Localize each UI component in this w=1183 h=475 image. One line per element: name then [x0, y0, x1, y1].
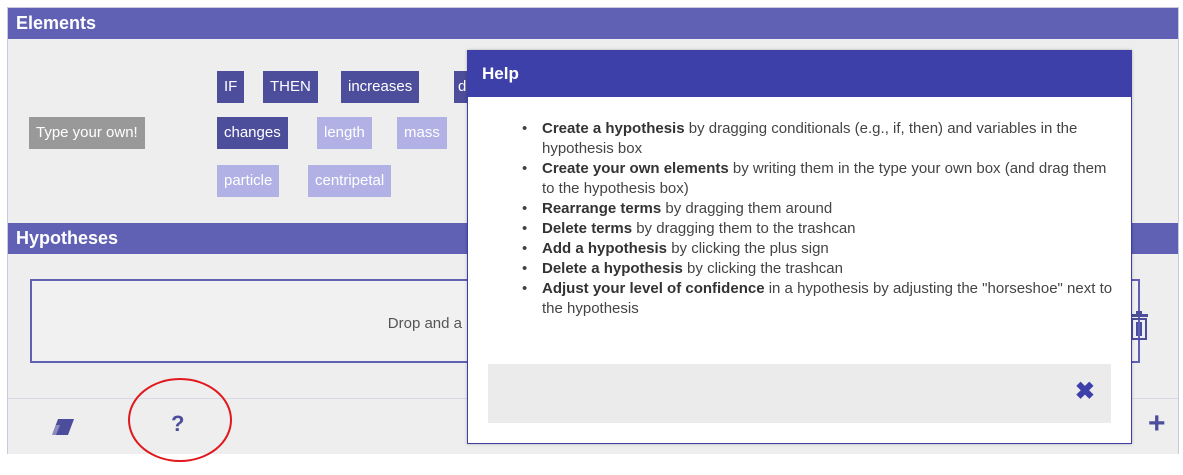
- element-chip-label: particle: [224, 172, 273, 189]
- help-item-bold: Delete terms: [542, 220, 633, 237]
- help-item-bold: Rearrange terms: [542, 200, 662, 217]
- element-chip-label: changes: [224, 124, 281, 141]
- help-item-text: by dragging them to the trashcan: [632, 220, 856, 237]
- help-item-bold: Delete a hypothesis: [542, 260, 683, 277]
- help-item: Create a hypothesis by dragging conditio…: [516, 119, 1116, 159]
- help-instructions-list: Create a hypothesis by dragging conditio…: [516, 119, 1116, 319]
- type-your-own-field[interactable]: Type your own!: [29, 117, 145, 149]
- help-item-text: by clicking the plus sign: [667, 240, 829, 257]
- help-item-text: by clicking the trashcan: [682, 260, 843, 277]
- help-item: Delete terms by dragging them to the tra…: [516, 219, 1116, 239]
- element-chip-label: mass: [404, 124, 440, 141]
- element-chip[interactable]: length: [317, 117, 372, 149]
- element-chip[interactable]: mass: [397, 117, 447, 149]
- hypotheses-title: Hypotheses: [16, 228, 119, 248]
- elements-section-header: Elements: [8, 8, 1178, 39]
- elements-title: Elements: [16, 13, 97, 33]
- help-dialog-title: Help: [482, 64, 519, 83]
- element-chip-label: increases: [348, 78, 413, 95]
- help-dialog-header: Help: [468, 51, 1131, 97]
- close-icon[interactable]: ✖: [1075, 377, 1095, 406]
- element-chip-label: d: [458, 78, 467, 95]
- help-dialog: Help Create a hypothesis by dragging con…: [467, 50, 1132, 444]
- help-item-bold: Adjust your level of confidence: [542, 280, 765, 297]
- element-chip-label: centripetal: [315, 172, 385, 189]
- help-item-bold: Add a hypothesis: [542, 240, 668, 257]
- type-your-own-label: Type your own!: [36, 124, 138, 141]
- add-hypothesis-icon[interactable]: +: [1148, 407, 1166, 441]
- help-item-text: by dragging them around: [661, 200, 833, 217]
- element-chip[interactable]: THEN: [263, 71, 318, 103]
- help-dialog-footer: ✖: [488, 364, 1111, 423]
- element-chip[interactable]: particle: [217, 165, 280, 197]
- element-chip-label: THEN: [270, 78, 311, 95]
- annotation-circle: [128, 378, 232, 462]
- help-item: Adjust your level of confidence in a hyp…: [516, 279, 1116, 319]
- help-item: Delete a hypothesis by clicking the tras…: [516, 259, 1116, 279]
- help-item: Rearrange terms by dragging them around: [516, 199, 1116, 219]
- element-chip[interactable]: increases: [341, 71, 420, 103]
- eraser-icon[interactable]: [50, 417, 76, 437]
- help-item-bold: Create a hypothesis: [542, 120, 685, 137]
- drop-hint-text: Drop and a: [387, 315, 462, 332]
- element-chip[interactable]: IF: [217, 71, 245, 103]
- help-item: Add a hypothesis by clicking the plus si…: [516, 239, 1116, 259]
- element-chip-label: IF: [224, 78, 238, 95]
- element-chip[interactable]: changes: [217, 117, 288, 149]
- help-item-bold: Create your own elements: [542, 160, 729, 177]
- help-item: Create your own elements by writing them…: [516, 159, 1116, 199]
- element-chip-label: length: [324, 124, 365, 141]
- element-chip[interactable]: centripetal: [308, 165, 392, 197]
